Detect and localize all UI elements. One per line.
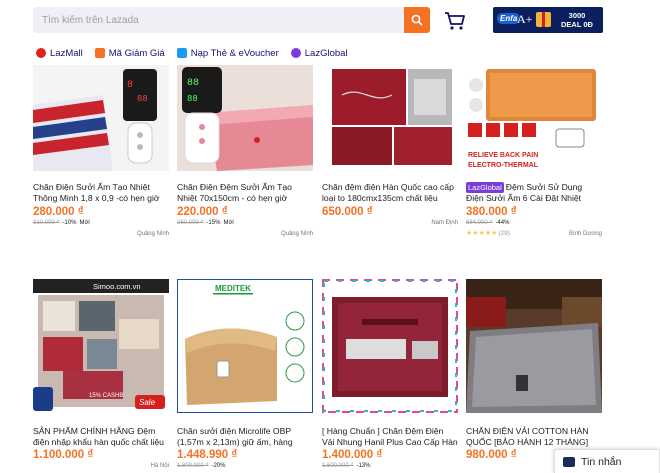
svg-text:88: 88 xyxy=(187,94,198,104)
product-title[interactable]: Chăn đệm điện Hàn Quốc cao cấp loại to 1… xyxy=(322,182,458,204)
svg-text:RELIEVE BACK PAIN: RELIEVE BACK PAIN xyxy=(468,152,538,159)
svg-text:Sale: Sale xyxy=(139,398,156,407)
nav-lazmall[interactable]: LazMall xyxy=(36,46,83,60)
nav-vouchers[interactable]: Mã Giảm Giá xyxy=(94,46,165,60)
product-discount-line: 684.000 ₫ -44% xyxy=(466,220,510,226)
product-price: 650.000 ₫ xyxy=(322,206,373,218)
product-image[interactable]: 8 88 xyxy=(33,65,169,171)
chat-label: Tin nhắn xyxy=(581,455,622,468)
product-image[interactable] xyxy=(466,279,602,413)
svg-text:MEDITEK: MEDITEK xyxy=(215,284,251,293)
product-card-1[interactable]: 8 88 Chăn Điện Sưởi Ấm Tạo Nhiệt Thông M… xyxy=(33,65,169,245)
product-card-2[interactable]: 88 88 Chăn Điện Đệm Sưởi Ấm Tạo Nhiệt 70… xyxy=(177,65,313,245)
product-title[interactable]: SẢN PHẨM CHÍNH HÃNG Đệm điện nhập khẩu h… xyxy=(33,426,169,448)
product-discount-line: 310.000 ₫ -10% Mới xyxy=(33,220,90,226)
search-icon xyxy=(411,14,423,26)
product-image[interactable]: 88 88 xyxy=(177,65,313,171)
product-card-5[interactable]: Simoo.com.vn 15% CASHB Sale SẢN PHẨM CHÍ… xyxy=(33,279,169,469)
svg-text:8: 8 xyxy=(127,80,133,91)
product-image[interactable] xyxy=(322,65,458,171)
product-location: Hà Nội xyxy=(150,463,169,469)
header: Enfa A+ 3000DEAL 0Đ LazMall Mã Giảm Giá … xyxy=(0,0,660,68)
product-card-6[interactable]: MEDITEK Chăn sưởi điện Microlife OBP (1,… xyxy=(177,279,313,469)
product-card-7[interactable]: [ Hàng Chuẩn ] Chăn Đệm Điện Vải Nhung H… xyxy=(322,279,458,469)
promo-mark: A+ xyxy=(517,12,533,26)
voucher-icon xyxy=(94,48,105,58)
promo-deal: 3000 DEAL 0Đ xyxy=(561,11,593,29)
lazglobal-icon xyxy=(290,48,301,58)
svg-text:ELECTRO-THERMAL: ELECTRO-THERMAL xyxy=(468,162,539,169)
chat-icon xyxy=(563,456,575,467)
product-location: Quảng Ninh xyxy=(136,231,169,237)
product-discount-line: 1.800.000 ₫ -20% xyxy=(177,463,226,469)
product-location: Quảng Ninh xyxy=(280,231,313,237)
product-discount-line: 1.600.000 ₫ -13% xyxy=(322,463,371,469)
lazmall-icon xyxy=(36,48,46,58)
product-discount-line: 260.000 ₫ -15% Mới xyxy=(177,220,234,226)
nav-lazglobal[interactable]: LazGlobal xyxy=(290,46,348,60)
nav-topup[interactable]: Nạp Thẻ & eVoucher xyxy=(176,46,279,60)
product-image[interactable] xyxy=(322,279,458,413)
product-title[interactable]: Chăn Điện Đệm Sưởi Ấm Tạo Nhiệt 70x150cm… xyxy=(177,182,313,204)
search-bar xyxy=(33,7,430,33)
product-image[interactable]: RELIEVE BACK PAIN ELECTRO-THERMAL xyxy=(466,65,602,171)
product-price: 980.000 ₫ xyxy=(466,449,517,461)
cart-button[interactable] xyxy=(444,10,466,32)
product-card-3[interactable]: Chăn đệm điện Hàn Quốc cao cấp loại to 1… xyxy=(322,65,458,245)
product-price: 1.400.000 ₫ xyxy=(322,449,383,461)
product-title[interactable]: Chăn sưởi điện Microlife OBP (1,57m x 2,… xyxy=(177,426,313,448)
product-price: 1.448.990 ₫ xyxy=(177,449,238,461)
product-card-4[interactable]: RELIEVE BACK PAIN ELECTRO-THERMAL LazGlo… xyxy=(466,65,602,245)
product-price: 220.000 ₫ xyxy=(177,206,228,218)
chat-button[interactable]: Tin nhắn xyxy=(554,449,660,473)
product-location: Bình Dương xyxy=(569,231,602,237)
product-price: 380.000 ₫ xyxy=(466,206,517,218)
quick-nav: LazMall Mã Giảm Giá Nạp Thẻ & eVoucher L… xyxy=(36,46,360,60)
search-button[interactable] xyxy=(404,7,430,33)
product-title[interactable]: CHĂN ĐIỆN VẢI COTTON HÀN QUỐC [BẢO HÀNH … xyxy=(466,426,602,448)
product-title[interactable]: [ Hàng Chuẩn ] Chăn Đệm Điện Vải Nhung H… xyxy=(322,426,458,448)
cart-icon xyxy=(445,12,465,30)
product-price: 1.100.000 ₫ xyxy=(33,449,94,461)
product-card-8[interactable]: CHĂN ĐIỆN VẢI COTTON HÀN QUỐC [BẢO HÀNH … xyxy=(466,279,602,469)
product-rating: ★★★★★(29) xyxy=(466,230,510,237)
gift-icon xyxy=(536,12,551,27)
product-price: 280.000 ₫ xyxy=(33,206,84,218)
product-image[interactable]: MEDITEK xyxy=(177,279,313,413)
product-location: Nam Định xyxy=(431,220,458,226)
search-input[interactable] xyxy=(33,7,404,33)
product-title[interactable]: Chăn Điện Sưởi Ấm Tạo Nhiệt Thông Minh 1… xyxy=(33,182,169,204)
product-title[interactable]: LazGlobal Đệm Sưởi Sử Dụng Điện Sưởi Ấm 6… xyxy=(466,182,602,204)
svg-text:88: 88 xyxy=(187,78,199,89)
phone-topup-icon xyxy=(176,48,187,58)
svg-text:Simoo.com.vn: Simoo.com.vn xyxy=(93,282,141,291)
svg-text:88: 88 xyxy=(137,94,148,104)
svg-text:15% CASHB: 15% CASHB xyxy=(89,393,123,399)
product-image[interactable]: Simoo.com.vn 15% CASHB Sale xyxy=(33,279,169,413)
promo-banner[interactable]: Enfa A+ 3000 DEAL 0Đ xyxy=(493,7,603,33)
